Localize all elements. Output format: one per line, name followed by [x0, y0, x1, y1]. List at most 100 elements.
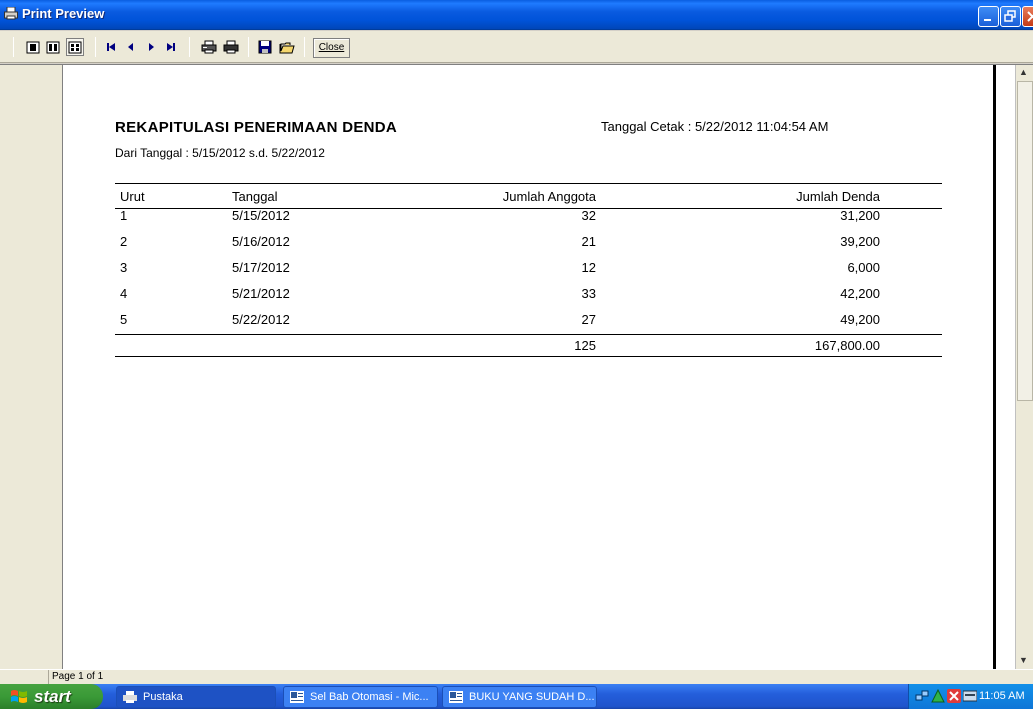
- title-bar[interactable]: Print Preview: [0, 0, 1033, 30]
- toolbar-separator: [248, 37, 249, 57]
- report-title: REKAPITULASI PENERIMAAN DENDA: [115, 119, 398, 136]
- close-button[interactable]: Close: [313, 38, 350, 58]
- open-icon: [279, 42, 295, 54]
- last-page-button[interactable]: [164, 38, 178, 56]
- keyboard-icon[interactable]: [963, 689, 977, 703]
- multi-page-icon: [68, 41, 82, 53]
- task-button-pustaka[interactable]: Pustaka: [116, 686, 276, 708]
- scroll-up-icon[interactable]: ▲: [1019, 67, 1028, 77]
- word-document-icon: [449, 691, 463, 703]
- network-icon[interactable]: [915, 689, 929, 703]
- cell-tanggal: 5/16/2012: [232, 234, 290, 249]
- cell-urut: 1: [120, 208, 128, 223]
- triangle-app-icon[interactable]: [931, 689, 945, 703]
- print-date: Tanggal Cetak : 5/22/2012 11:04:54 AM: [601, 119, 829, 134]
- close-button-label: Close: [318, 42, 345, 53]
- cell-anggota: 32: [581, 208, 596, 223]
- next-page-button[interactable]: [144, 38, 158, 56]
- page-indicator: Page 1 of 1: [52, 671, 104, 682]
- task-label: Sel Bab Otomasi - Mic...: [310, 691, 429, 703]
- task-label: BUKU YANG SUDAH D...: [469, 691, 595, 703]
- cell-urut: 5: [120, 312, 128, 327]
- toolbar: Close: [0, 31, 1033, 63]
- cell-urut: 2: [120, 234, 128, 249]
- toolbar-separator: [189, 37, 190, 57]
- taskbar: start Pustaka Sel Bab Otomasi - Mic... B…: [0, 684, 1033, 709]
- print-preview-window: Print Preview Close ▲ ▼ REKAPITULASI PEN…: [0, 0, 1033, 709]
- cell-tanggal: 5/15/2012: [232, 208, 290, 223]
- prev-page-icon: [128, 43, 133, 51]
- close-window-button[interactable]: [1022, 6, 1033, 27]
- cell-urut: 3: [120, 260, 128, 275]
- preview-margin: [0, 65, 63, 670]
- scrollbar-thumb[interactable]: [1017, 81, 1033, 401]
- page-edge: [993, 65, 996, 670]
- vertical-scrollbar[interactable]: ▲ ▼: [1015, 65, 1033, 670]
- prev-page-button[interactable]: [124, 38, 138, 56]
- system-tray: 11:05 AM: [908, 684, 1033, 709]
- cell-denda: 39,200: [840, 234, 880, 249]
- one-page-icon: [26, 41, 40, 53]
- cell-tanggal: 5/17/2012: [232, 260, 290, 275]
- cell-anggota: 33: [581, 286, 596, 301]
- date-range: Dari Tanggal : 5/15/2012 s.d. 5/22/2012: [115, 146, 325, 160]
- column-header-jumlah-denda: Jumlah Denda: [796, 189, 880, 204]
- one-page-button[interactable]: [25, 38, 41, 56]
- task-label: Pustaka: [143, 691, 183, 703]
- printer-icon: [123, 691, 137, 703]
- print-setup-icon: [201, 40, 217, 54]
- print-button[interactable]: [222, 38, 240, 56]
- status-bar: Page 1 of 1: [0, 669, 1033, 685]
- column-header-urut: Urut: [120, 189, 145, 204]
- cell-denda: 42,200: [840, 286, 880, 301]
- two-page-button[interactable]: [45, 38, 61, 56]
- print-setup-button[interactable]: [200, 38, 218, 56]
- cell-anggota: 27: [581, 312, 596, 327]
- first-page-button[interactable]: [104, 38, 118, 56]
- toolbar-separator: [304, 37, 305, 57]
- cell-denda: 31,200: [840, 208, 880, 223]
- cell-urut: 4: [120, 286, 128, 301]
- task-button-buku[interactable]: BUKU YANG SUDAH D...: [442, 686, 597, 708]
- open-button[interactable]: [278, 38, 296, 56]
- word-document-icon: [290, 691, 304, 703]
- next-page-icon: [149, 43, 154, 51]
- cell-tanggal: 5/22/2012: [232, 312, 290, 327]
- print-icon: [223, 40, 239, 54]
- task-button-sel-bab[interactable]: Sel Bab Otomasi - Mic...: [283, 686, 438, 708]
- minimize-button[interactable]: [978, 6, 999, 27]
- cell-denda: 49,200: [840, 312, 880, 327]
- minimize-icon: [984, 19, 991, 21]
- close-icon: [1027, 11, 1033, 22]
- column-header-jumlah-anggota: Jumlah Anggota: [502, 189, 596, 204]
- table-bottom-rule: [115, 356, 942, 357]
- last-page-icon: [167, 43, 175, 51]
- first-page-icon: [107, 43, 115, 51]
- save-button[interactable]: [257, 38, 273, 56]
- cell-anggota: 21: [581, 234, 596, 249]
- windows-flag-icon: [11, 689, 27, 703]
- column-header-tanggal: Tanggal: [232, 189, 278, 204]
- restore-button[interactable]: [1000, 6, 1021, 27]
- table-top-rule: [115, 183, 942, 184]
- printer-icon: [4, 7, 18, 20]
- total-denda: 167,800.00: [814, 338, 880, 353]
- clock: 11:05 AM: [979, 690, 1025, 702]
- total-anggota: 125: [574, 338, 596, 353]
- status-divider: [48, 670, 49, 685]
- restore-icon: [1004, 10, 1016, 22]
- window-title: Print Preview: [22, 6, 105, 21]
- scroll-down-icon[interactable]: ▼: [1019, 655, 1028, 665]
- cell-anggota: 12: [581, 260, 596, 275]
- start-button[interactable]: start: [0, 684, 103, 709]
- cell-denda: 6,000: [847, 260, 880, 275]
- start-label: start: [34, 686, 71, 706]
- toolbar-separator: [13, 37, 14, 57]
- antivirus-icon[interactable]: [947, 689, 961, 703]
- preview-area[interactable]: ▲ ▼ REKAPITULASI PENERIMAAN DENDA Tangga…: [0, 64, 1033, 670]
- two-page-icon: [46, 41, 60, 53]
- toolbar-separator: [95, 37, 96, 57]
- multi-page-button[interactable]: [66, 38, 84, 56]
- totals-rule: [115, 334, 942, 335]
- save-icon: [258, 40, 272, 54]
